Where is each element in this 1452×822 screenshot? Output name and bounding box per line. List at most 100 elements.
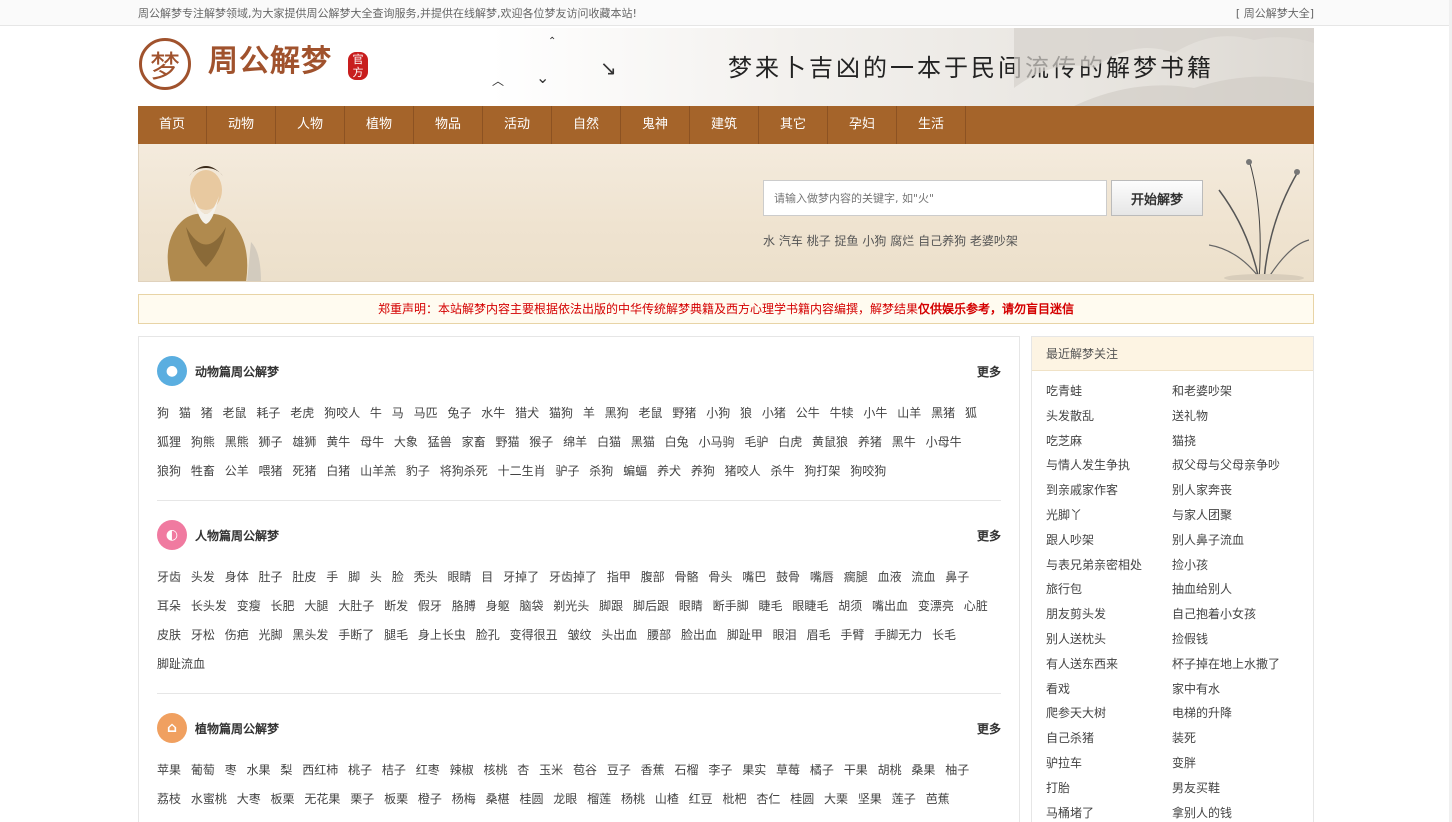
dream-tag-link[interactable]: 眼泪 — [773, 628, 797, 642]
dream-tag-link[interactable]: 脚趾甲 — [727, 628, 763, 642]
dream-tag-link[interactable]: 辣椒 — [450, 763, 474, 777]
dream-tag-link[interactable]: 猎犬 — [515, 406, 539, 420]
nav-item-spirits[interactable]: 鬼神 — [621, 106, 690, 144]
hot-keyword-link[interactable]: 小狗 — [862, 234, 886, 248]
dream-tag-link[interactable]: 枣 — [225, 763, 237, 777]
dream-tag-link[interactable]: 狐狸 — [157, 435, 181, 449]
dream-tag-link[interactable]: 绵羊 — [563, 435, 587, 449]
dream-tag-link[interactable]: 鼻子 — [945, 570, 969, 584]
dream-tag-link[interactable]: 脚跟 — [599, 599, 623, 613]
dream-tag-link[interactable]: 驴子 — [555, 464, 579, 478]
dream-tag-link[interactable]: 杨桃 — [621, 792, 645, 806]
dream-tag-link[interactable]: 养狗 — [691, 464, 715, 478]
section-title[interactable]: 植物篇周公解梦 — [195, 720, 279, 737]
dream-tag-link[interactable]: 眼睫毛 — [792, 599, 828, 613]
nav-item-nature[interactable]: 自然 — [552, 106, 621, 144]
dream-tag-link[interactable]: 脸出血 — [681, 628, 717, 642]
dream-tag-link[interactable]: 牙掉了 — [503, 570, 539, 584]
dream-tag-link[interactable]: 皮肤 — [157, 628, 181, 642]
recent-dream-link[interactable]: 别人鼻子流血 — [1172, 528, 1302, 553]
dream-tag-link[interactable]: 马 — [392, 406, 404, 420]
dream-tag-link[interactable]: 桑椹 — [486, 792, 510, 806]
dream-tag-link[interactable]: 变漂亮 — [918, 599, 954, 613]
recent-dream-link[interactable]: 吃青蛙 — [1046, 379, 1172, 404]
dream-tag-link[interactable]: 脑袋 — [519, 599, 543, 613]
dream-tag-link[interactable]: 手 — [326, 570, 338, 584]
dream-tag-link[interactable]: 牲畜 — [191, 464, 215, 478]
dream-tag-link[interactable]: 断发 — [384, 599, 408, 613]
dream-tag-link[interactable]: 指甲 — [607, 570, 631, 584]
recent-dream-link[interactable]: 到亲戚家作客 — [1046, 478, 1172, 503]
dream-tag-link[interactable]: 黑猪 — [931, 406, 955, 420]
dream-tag-link[interactable]: 大腿 — [304, 599, 328, 613]
dream-tag-link[interactable]: 红豆 — [689, 792, 713, 806]
dream-tag-link[interactable]: 鼓骨 — [776, 570, 800, 584]
hot-keyword-link[interactable]: 腐烂 — [890, 234, 914, 248]
hot-keyword-link[interactable]: 桃子 — [807, 234, 831, 248]
recent-dream-link[interactable]: 抽血给别人 — [1172, 577, 1302, 602]
dream-tag-link[interactable]: 耳朵 — [157, 599, 181, 613]
recent-dream-link[interactable]: 自己杀猪 — [1046, 726, 1172, 751]
dream-tag-link[interactable]: 耗子 — [256, 406, 280, 420]
recent-dream-link[interactable]: 光脚丫 — [1046, 503, 1172, 528]
dream-tag-link[interactable]: 黄鼠狼 — [812, 435, 848, 449]
dream-tag-link[interactable]: 老鼠 — [223, 406, 247, 420]
recent-dream-link[interactable]: 装死 — [1172, 726, 1302, 751]
dream-tag-link[interactable]: 脚后跟 — [633, 599, 669, 613]
dream-tag-link[interactable]: 目 — [481, 570, 493, 584]
dream-tag-link[interactable]: 喂猪 — [259, 464, 283, 478]
dream-tag-link[interactable]: 母牛 — [360, 435, 384, 449]
dream-tag-link[interactable]: 小马驹 — [699, 435, 735, 449]
nav-item-home[interactable]: 首页 — [138, 106, 207, 144]
dream-tag-link[interactable]: 山羊羔 — [360, 464, 396, 478]
dream-tag-link[interactable]: 嘴巴 — [742, 570, 766, 584]
search-button[interactable]: 开始解梦 — [1111, 180, 1203, 216]
hot-keyword-link[interactable]: 汽车 — [779, 234, 803, 248]
recent-dream-link[interactable]: 叔父母与父母亲争吵 — [1172, 453, 1302, 478]
dream-tag-link[interactable]: 将狗杀死 — [440, 464, 488, 478]
dream-tag-link[interactable]: 小猪 — [762, 406, 786, 420]
dream-tag-link[interactable]: 毛驴 — [744, 435, 768, 449]
dream-tag-link[interactable]: 身体 — [225, 570, 249, 584]
nav-item-life[interactable]: 生活 — [897, 106, 966, 144]
dream-tag-link[interactable]: 猛兽 — [428, 435, 452, 449]
dream-tag-link[interactable]: 小牛 — [863, 406, 887, 420]
hot-keyword-link[interactable]: 捉鱼 — [835, 234, 859, 248]
dream-tag-link[interactable]: 桂圆 — [790, 792, 814, 806]
dream-tag-link[interactable]: 狮子 — [259, 435, 283, 449]
dream-tag-link[interactable]: 流血 — [911, 570, 935, 584]
dream-tag-link[interactable]: 胡须 — [838, 599, 862, 613]
dream-tag-link[interactable]: 身躯 — [486, 599, 510, 613]
dream-tag-link[interactable]: 山羊 — [897, 406, 921, 420]
dream-tag-link[interactable]: 西红柿 — [302, 763, 338, 777]
more-link[interactable]: 更多 — [977, 363, 1001, 380]
dream-tag-link[interactable]: 马匹 — [414, 406, 438, 420]
recent-dream-link[interactable]: 杯子掉在地上水撒了 — [1172, 652, 1302, 677]
dream-tag-link[interactable]: 猫 — [179, 406, 191, 420]
dream-tag-link[interactable]: 牛 — [370, 406, 382, 420]
recent-dream-link[interactable]: 头发散乱 — [1046, 404, 1172, 429]
dream-tag-link[interactable]: 石榴 — [675, 763, 699, 777]
nav-item-objects[interactable]: 物品 — [414, 106, 483, 144]
dream-tag-link[interactable]: 牙齿 — [157, 570, 181, 584]
dream-tag-link[interactable]: 眼睛 — [447, 570, 471, 584]
dream-tag-link[interactable]: 头发 — [191, 570, 215, 584]
dream-tag-link[interactable]: 羊 — [583, 406, 595, 420]
dream-tag-link[interactable]: 白猫 — [597, 435, 621, 449]
dream-tag-link[interactable]: 大栗 — [824, 792, 848, 806]
dream-tag-link[interactable]: 牛犊 — [830, 406, 854, 420]
dream-tag-link[interactable]: 狗咬狗 — [850, 464, 886, 478]
recent-dream-link[interactable]: 旅行包 — [1046, 577, 1172, 602]
dream-tag-link[interactable]: 水果 — [247, 763, 271, 777]
recent-dream-link[interactable]: 电梯的升降 — [1172, 701, 1302, 726]
dream-tag-link[interactable]: 假牙 — [418, 599, 442, 613]
dream-tag-link[interactable]: 老鼠 — [639, 406, 663, 420]
dream-tag-link[interactable]: 长肥 — [271, 599, 295, 613]
dream-tag-link[interactable]: 大象 — [394, 435, 418, 449]
nav-item-buildings[interactable]: 建筑 — [690, 106, 759, 144]
dream-tag-link[interactable]: 野猫 — [495, 435, 519, 449]
dream-tag-link[interactable]: 瘸腿 — [844, 570, 868, 584]
hot-keyword-link[interactable]: 自己养狗 — [918, 234, 966, 248]
dream-tag-link[interactable]: 狗咬人 — [324, 406, 360, 420]
logo-icon[interactable]: 梦 — [139, 38, 191, 90]
